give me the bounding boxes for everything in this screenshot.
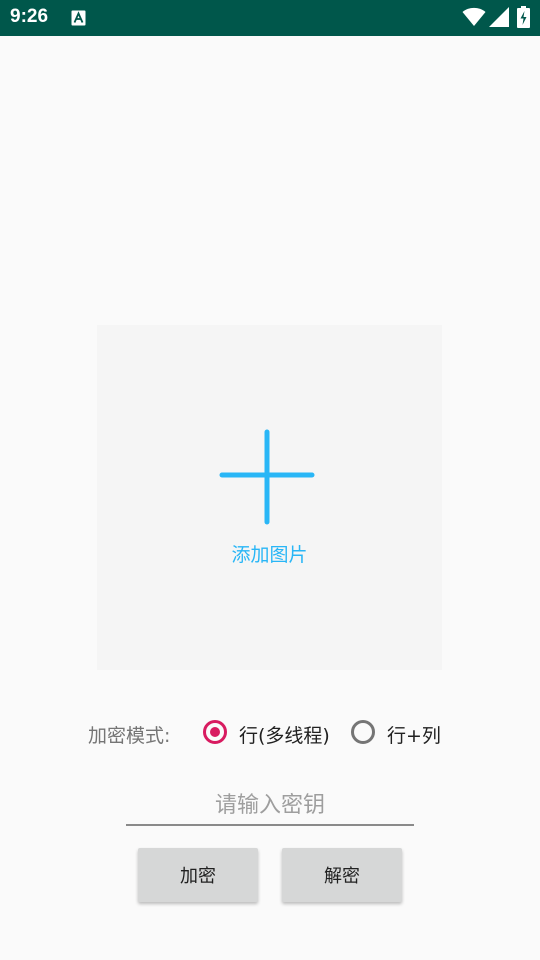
encryption-mode-row: 加密模式: 行(多线程) 行+列	[0, 714, 540, 752]
radio-row-multithread[interactable]: 行(多线程)	[203, 718, 343, 748]
decrypt-button[interactable]: 解密	[282, 848, 402, 902]
radio-label: 行+列	[387, 725, 441, 747]
radio-label: 行(多线程)	[239, 725, 330, 747]
radio-unchecked-icon	[351, 720, 375, 744]
radio-row-plus-column[interactable]: 行+列	[351, 718, 447, 748]
radio-checked-icon	[203, 720, 227, 744]
signal-icon	[489, 7, 509, 27]
status-bar: 9:26	[0, 0, 540, 36]
battery-charging-icon	[517, 6, 530, 28]
encryption-mode-label: 加密模式:	[88, 725, 171, 747]
add-image-area[interactable]: 添加图片	[97, 325, 442, 670]
add-image-label: 添加图片	[231, 544, 308, 566]
app-notification-icon	[71, 10, 86, 26]
plus-icon	[219, 429, 315, 525]
encrypt-button[interactable]: 加密	[138, 848, 258, 902]
key-input[interactable]	[126, 786, 414, 826]
wifi-icon	[462, 7, 486, 26]
status-time: 9:26	[10, 6, 49, 27]
